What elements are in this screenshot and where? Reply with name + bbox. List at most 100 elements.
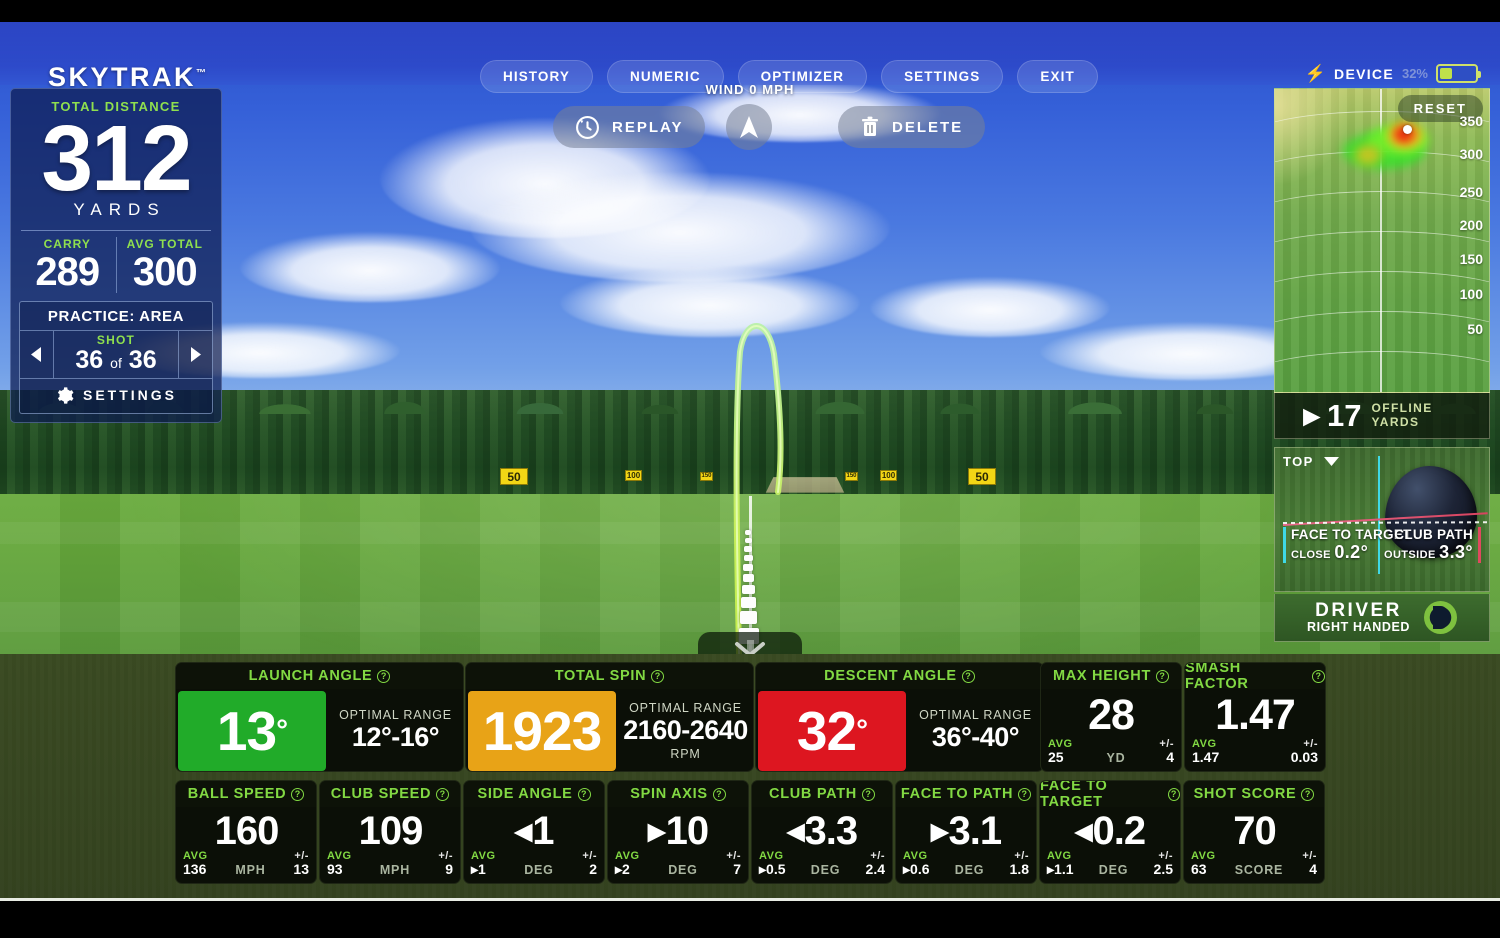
club-path-detail: OUTSIDE 3.3°: [1384, 542, 1473, 563]
flight-marker: [742, 585, 755, 594]
stat-card-club-path[interactable]: CLUB PATH? ◀ 3.3 AVG ▸0.5 DEG +/- 2.4: [751, 780, 893, 884]
carry-label: CARRY: [43, 236, 91, 251]
dispersion-map[interactable]: RESET 350 300 250 200 150 100 50: [1274, 88, 1490, 393]
avg-block: AVG 63: [1191, 850, 1216, 878]
nav-button-settings[interactable]: SETTINGS: [881, 60, 1004, 93]
stat-value-row: 70: [1184, 807, 1324, 855]
stat-title-row: SHOT SCORE?: [1184, 781, 1324, 807]
stat-title: DESCENT ANGLE: [824, 668, 957, 684]
deviation-block: +/- 13: [293, 850, 309, 878]
nav-button-history[interactable]: HISTORY: [480, 60, 593, 93]
question-mark-icon[interactable]: ?: [651, 669, 665, 683]
avg-value: 1.47: [1192, 749, 1220, 766]
dispersion-tick-100: 100: [1459, 286, 1483, 302]
question-mark-icon[interactable]: ?: [712, 787, 726, 801]
deviation-block: +/- 2: [582, 850, 597, 878]
panel-settings-button[interactable]: SETTINGS: [20, 377, 212, 413]
deviation-value: 0.03: [1290, 749, 1318, 766]
question-mark-icon[interactable]: ?: [1301, 787, 1315, 801]
flight-marker: [745, 538, 752, 543]
stat-card-ball-speed[interactable]: BALL SPEED? 160 AVG 136 MPH +/- 13: [175, 780, 317, 884]
stat-card-face-to-target[interactable]: FACE TO TARGET? ◀ 0.2 AVG ▸1.1 DEG +/- 2.5: [1039, 780, 1181, 884]
club-text-block: DRIVER RIGHT HANDED: [1307, 600, 1410, 634]
stat-value: 1.47: [1215, 690, 1296, 739]
stat-card-smash-factor[interactable]: SMASH FACTOR ? 1.47 AVG 1.47 +/- 0.03: [1184, 662, 1326, 772]
stat-card-descent-angle[interactable]: DESCENT ANGLE ? 32 ° OPTIMAL RANGE 36°-40…: [755, 662, 1044, 772]
battery-icon: [1436, 64, 1481, 83]
question-mark-icon[interactable]: ?: [1156, 669, 1170, 683]
stat-card-shot-score[interactable]: SHOT SCORE? 70 AVG 63 SCORE +/- 4: [1183, 780, 1325, 884]
deviation-block: +/- 7: [726, 850, 741, 878]
stat-footer: AVG 25 YD +/- 4: [1041, 738, 1181, 766]
flight-marker: [741, 597, 756, 608]
replay-button[interactable]: REPLAY: [553, 106, 706, 148]
yardage-marker: 50: [500, 468, 528, 485]
question-mark-icon[interactable]: ?: [1312, 669, 1325, 683]
stat-value: 13: [216, 699, 277, 762]
stat-card-spin-axis[interactable]: SPIN AXIS? ▶ 10 AVG ▸2 DEG +/- 7: [607, 780, 749, 884]
trash-icon: [862, 116, 878, 136]
club-view-selector[interactable]: TOP: [1283, 454, 1339, 469]
stat-value: 3.3: [804, 809, 859, 853]
stat-title-row: TOTAL SPIN ?: [466, 663, 753, 689]
stat-card-total-spin[interactable]: TOTAL SPIN ? 1923 OPTIMAL RANGE 2160-264…: [465, 662, 754, 772]
flight-marker: [740, 611, 757, 624]
dispersion-tick-300: 300: [1459, 146, 1483, 162]
flight-marker: [745, 530, 751, 535]
stat-value: 10: [665, 809, 709, 853]
stat-card-face-to-path[interactable]: FACE TO PATH? ▶ 3.1 AVG ▸0.6 DEG +/- 1.8: [895, 780, 1037, 884]
bolt-icon: ⚡: [1304, 64, 1327, 83]
stat-card-max-height[interactable]: MAX HEIGHT ? 28 AVG 25 YD +/- 4: [1040, 662, 1182, 772]
avg-value: 25: [1048, 749, 1064, 766]
battery-fill: [1440, 68, 1453, 79]
deviation-value: 2: [589, 861, 597, 878]
wind-direction-dial[interactable]: [726, 104, 772, 150]
stat-value-row: ◀ 0.2: [1040, 807, 1180, 855]
stat-title: SMASH FACTOR: [1185, 662, 1249, 692]
stat-value-row: 160: [176, 807, 316, 855]
question-mark-icon[interactable]: ?: [861, 787, 875, 801]
stat-value-row: 28: [1041, 689, 1181, 741]
club-selection-bar[interactable]: DRIVER RIGHT HANDED: [1274, 594, 1490, 642]
question-mark-icon[interactable]: ?: [1167, 787, 1180, 801]
club-path-readout: CLUB PATH OUTSIDE 3.3°: [1384, 527, 1481, 563]
avg-block: AVG ▸1: [471, 850, 496, 878]
question-mark-icon[interactable]: ?: [577, 787, 591, 801]
cloud: [560, 267, 860, 337]
avg-block: AVG 1.47: [1192, 738, 1219, 766]
next-shot-button[interactable]: [178, 330, 212, 378]
dispersion-heat-blob: [1355, 145, 1381, 165]
question-mark-icon[interactable]: ?: [1018, 787, 1032, 801]
question-mark-icon[interactable]: ?: [291, 787, 305, 801]
question-mark-icon[interactable]: ?: [436, 787, 450, 801]
stat-title: BALL SPEED: [187, 786, 287, 802]
avg-block: AVG ▸2: [615, 850, 640, 878]
optimal-range-value: 12°-16°: [351, 722, 440, 753]
optimal-range-block: OPTIMAL RANGE 12°-16°: [328, 689, 463, 771]
club-impact-view[interactable]: TOP FACE TO TARGET CLOSE 0.2° CLUB PATH …: [1274, 447, 1490, 592]
replay-icon: [576, 115, 599, 139]
stat-body: 1923 OPTIMAL RANGE 2160-2640 RPM: [466, 689, 753, 771]
divider: [21, 229, 211, 231]
stat-card-side-angle[interactable]: SIDE ANGLE? ◀ 1 AVG ▸1 DEG +/- 2: [463, 780, 605, 884]
offline-value: 17: [1327, 398, 1362, 433]
nav-button-exit[interactable]: EXIT: [1017, 60, 1098, 93]
question-mark-icon[interactable]: ?: [377, 669, 391, 683]
stat-unit: YD: [1106, 751, 1126, 765]
deviation-block: +/- 2.4: [866, 850, 885, 878]
stat-value: 1: [532, 809, 554, 853]
previous-shot-button[interactable]: [20, 330, 54, 378]
stat-card-club-speed[interactable]: CLUB SPEED? 109 AVG 93 MPH +/- 9: [319, 780, 461, 884]
yardage-marker-small: 100: [880, 470, 897, 481]
gear-icon: [57, 387, 74, 404]
avg-block: AVG ▸0.6: [903, 850, 930, 878]
question-mark-icon[interactable]: ?: [961, 669, 975, 683]
dispersion-tick-250: 250: [1459, 184, 1483, 200]
stat-value-chip: 13 °: [178, 691, 326, 771]
delete-button[interactable]: DELETE: [838, 106, 986, 148]
deviation-value: 4: [1309, 861, 1317, 878]
cloud: [470, 172, 890, 282]
device-status[interactable]: ⚡ DEVICE 32%: [1304, 64, 1481, 83]
shot-summary-panel: TOTAL DISTANCE 312 YARDS CARRY 289 AVG T…: [10, 88, 222, 423]
stat-card-launch-angle[interactable]: LAUNCH ANGLE ? 13 ° OPTIMAL RANGE 12°-16°: [175, 662, 464, 772]
